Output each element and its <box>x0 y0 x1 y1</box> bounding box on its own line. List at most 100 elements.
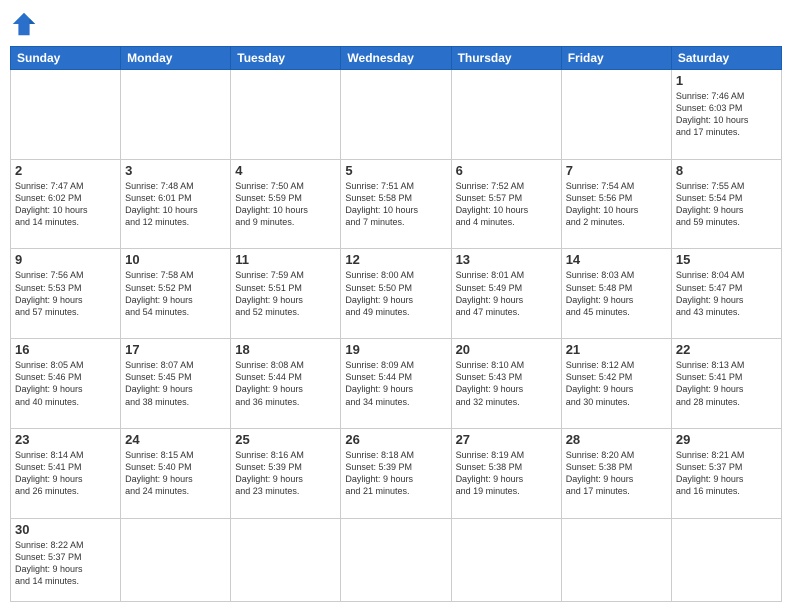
day-number: 1 <box>676 73 777 88</box>
cell-sun-data: Sunrise: 8:07 AM Sunset: 5:45 PM Dayligh… <box>125 359 226 408</box>
col-header-monday: Monday <box>121 47 231 70</box>
calendar-cell <box>121 70 231 160</box>
day-number: 19 <box>345 342 446 357</box>
calendar-cell: 28 Sunrise: 8:20 AM Sunset: 5:38 PM Dayli… <box>561 428 671 518</box>
cell-sun-data: Sunrise: 8:21 AM Sunset: 5:37 PM Dayligh… <box>676 449 777 498</box>
calendar-cell: 26 Sunrise: 8:18 AM Sunset: 5:39 PM Dayli… <box>341 428 451 518</box>
day-number: 26 <box>345 432 446 447</box>
calendar-cell: 21 Sunrise: 8:12 AM Sunset: 5:42 PM Dayli… <box>561 339 671 429</box>
cell-sun-data: Sunrise: 8:20 AM Sunset: 5:38 PM Dayligh… <box>566 449 667 498</box>
day-number: 5 <box>345 163 446 178</box>
day-number: 6 <box>456 163 557 178</box>
page: SundayMondayTuesdayWednesdayThursdayFrid… <box>0 0 792 612</box>
day-number: 8 <box>676 163 777 178</box>
cell-sun-data: Sunrise: 8:05 AM Sunset: 5:46 PM Dayligh… <box>15 359 116 408</box>
calendar-cell <box>11 70 121 160</box>
calendar-cell <box>561 70 671 160</box>
logo <box>10 10 42 38</box>
calendar-table: SundayMondayTuesdayWednesdayThursdayFrid… <box>10 46 782 602</box>
cell-sun-data: Sunrise: 7:46 AM Sunset: 6:03 PM Dayligh… <box>676 90 777 139</box>
calendar-cell <box>561 518 671 601</box>
header <box>10 10 782 38</box>
cell-sun-data: Sunrise: 8:22 AM Sunset: 5:37 PM Dayligh… <box>15 539 116 588</box>
calendar-cell: 9Sunrise: 7:56 AM Sunset: 5:53 PM Daylig… <box>11 249 121 339</box>
calendar-cell: 5 Sunrise: 7:51 AM Sunset: 5:58 PM Daylig… <box>341 159 451 249</box>
day-number: 22 <box>676 342 777 357</box>
day-number: 17 <box>125 342 226 357</box>
calendar-cell: 19 Sunrise: 8:09 AM Sunset: 5:44 PM Dayli… <box>341 339 451 429</box>
day-number: 3 <box>125 163 226 178</box>
day-number: 9 <box>15 252 116 267</box>
col-header-tuesday: Tuesday <box>231 47 341 70</box>
day-number: 18 <box>235 342 336 357</box>
calendar-cell: 6 Sunrise: 7:52 AM Sunset: 5:57 PM Daylig… <box>451 159 561 249</box>
cell-sun-data: Sunrise: 8:14 AM Sunset: 5:41 PM Dayligh… <box>15 449 116 498</box>
cell-sun-data: Sunrise: 7:50 AM Sunset: 5:59 PM Dayligh… <box>235 180 336 229</box>
cell-sun-data: Sunrise: 8:00 AM Sunset: 5:50 PM Dayligh… <box>345 269 446 318</box>
calendar-cell: 30 Sunrise: 8:22 AM Sunset: 5:37 PM Dayli… <box>11 518 121 601</box>
col-header-saturday: Saturday <box>671 47 781 70</box>
calendar-cell: 27 Sunrise: 8:19 AM Sunset: 5:38 PM Dayli… <box>451 428 561 518</box>
cell-sun-data: Sunrise: 7:55 AM Sunset: 5:54 PM Dayligh… <box>676 180 777 229</box>
calendar-cell: 4 Sunrise: 7:50 AM Sunset: 5:59 PM Daylig… <box>231 159 341 249</box>
calendar-cell: 10 Sunrise: 7:58 AM Sunset: 5:52 PM Dayli… <box>121 249 231 339</box>
calendar-cell: 23 Sunrise: 8:14 AM Sunset: 5:41 PM Dayli… <box>11 428 121 518</box>
calendar-cell: 11Sunrise: 7:59 AM Sunset: 5:51 PM Dayli… <box>231 249 341 339</box>
cell-sun-data: Sunrise: 7:47 AM Sunset: 6:02 PM Dayligh… <box>15 180 116 229</box>
calendar-cell: 1 Sunrise: 7:46 AM Sunset: 6:03 PM Daylig… <box>671 70 781 160</box>
calendar-cell <box>451 518 561 601</box>
day-number: 28 <box>566 432 667 447</box>
calendar-cell: 2 Sunrise: 7:47 AM Sunset: 6:02 PM Daylig… <box>11 159 121 249</box>
cell-sun-data: Sunrise: 8:10 AM Sunset: 5:43 PM Dayligh… <box>456 359 557 408</box>
cell-sun-data: Sunrise: 7:52 AM Sunset: 5:57 PM Dayligh… <box>456 180 557 229</box>
col-header-friday: Friday <box>561 47 671 70</box>
day-number: 4 <box>235 163 336 178</box>
calendar-cell: 29 Sunrise: 8:21 AM Sunset: 5:37 PM Dayli… <box>671 428 781 518</box>
calendar-cell <box>451 70 561 160</box>
calendar-cell: 25 Sunrise: 8:16 AM Sunset: 5:39 PM Dayli… <box>231 428 341 518</box>
day-number: 29 <box>676 432 777 447</box>
day-number: 21 <box>566 342 667 357</box>
calendar-cell: 22 Sunrise: 8:13 AM Sunset: 5:41 PM Dayli… <box>671 339 781 429</box>
calendar-cell: 17 Sunrise: 8:07 AM Sunset: 5:45 PM Dayli… <box>121 339 231 429</box>
calendar-cell <box>121 518 231 601</box>
calendar-cell: 20 Sunrise: 8:10 AM Sunset: 5:43 PM Dayli… <box>451 339 561 429</box>
day-number: 7 <box>566 163 667 178</box>
calendar-cell <box>341 518 451 601</box>
cell-sun-data: Sunrise: 8:12 AM Sunset: 5:42 PM Dayligh… <box>566 359 667 408</box>
cell-sun-data: Sunrise: 8:18 AM Sunset: 5:39 PM Dayligh… <box>345 449 446 498</box>
cell-sun-data: Sunrise: 8:19 AM Sunset: 5:38 PM Dayligh… <box>456 449 557 498</box>
day-number: 20 <box>456 342 557 357</box>
calendar-cell <box>231 518 341 601</box>
calendar-cell: 7 Sunrise: 7:54 AM Sunset: 5:56 PM Daylig… <box>561 159 671 249</box>
day-number: 30 <box>15 522 116 537</box>
cell-sun-data: Sunrise: 8:15 AM Sunset: 5:40 PM Dayligh… <box>125 449 226 498</box>
calendar-cell: 14Sunrise: 8:03 AM Sunset: 5:48 PM Dayli… <box>561 249 671 339</box>
day-number: 27 <box>456 432 557 447</box>
day-number: 2 <box>15 163 116 178</box>
cell-sun-data: Sunrise: 7:54 AM Sunset: 5:56 PM Dayligh… <box>566 180 667 229</box>
col-header-wednesday: Wednesday <box>341 47 451 70</box>
cell-sun-data: Sunrise: 7:59 AM Sunset: 5:51 PM Dayligh… <box>235 269 336 318</box>
cell-sun-data: Sunrise: 8:04 AM Sunset: 5:47 PM Dayligh… <box>676 269 777 318</box>
cell-sun-data: Sunrise: 8:03 AM Sunset: 5:48 PM Dayligh… <box>566 269 667 318</box>
day-number: 23 <box>15 432 116 447</box>
calendar-cell <box>231 70 341 160</box>
cell-sun-data: Sunrise: 7:58 AM Sunset: 5:52 PM Dayligh… <box>125 269 226 318</box>
cell-sun-data: Sunrise: 8:09 AM Sunset: 5:44 PM Dayligh… <box>345 359 446 408</box>
calendar-cell: 24 Sunrise: 8:15 AM Sunset: 5:40 PM Dayli… <box>121 428 231 518</box>
cell-sun-data: Sunrise: 8:01 AM Sunset: 5:49 PM Dayligh… <box>456 269 557 318</box>
cell-sun-data: Sunrise: 8:13 AM Sunset: 5:41 PM Dayligh… <box>676 359 777 408</box>
calendar-cell <box>671 518 781 601</box>
day-number: 13 <box>456 252 557 267</box>
calendar-cell: 3Sunrise: 7:48 AM Sunset: 6:01 PM Daylig… <box>121 159 231 249</box>
cell-sun-data: Sunrise: 7:51 AM Sunset: 5:58 PM Dayligh… <box>345 180 446 229</box>
day-number: 25 <box>235 432 336 447</box>
calendar-cell: 18Sunrise: 8:08 AM Sunset: 5:44 PM Dayli… <box>231 339 341 429</box>
calendar-cell: 16 Sunrise: 8:05 AM Sunset: 5:46 PM Dayli… <box>11 339 121 429</box>
cell-sun-data: Sunrise: 8:16 AM Sunset: 5:39 PM Dayligh… <box>235 449 336 498</box>
day-number: 15 <box>676 252 777 267</box>
day-number: 16 <box>15 342 116 357</box>
day-number: 10 <box>125 252 226 267</box>
day-number: 24 <box>125 432 226 447</box>
